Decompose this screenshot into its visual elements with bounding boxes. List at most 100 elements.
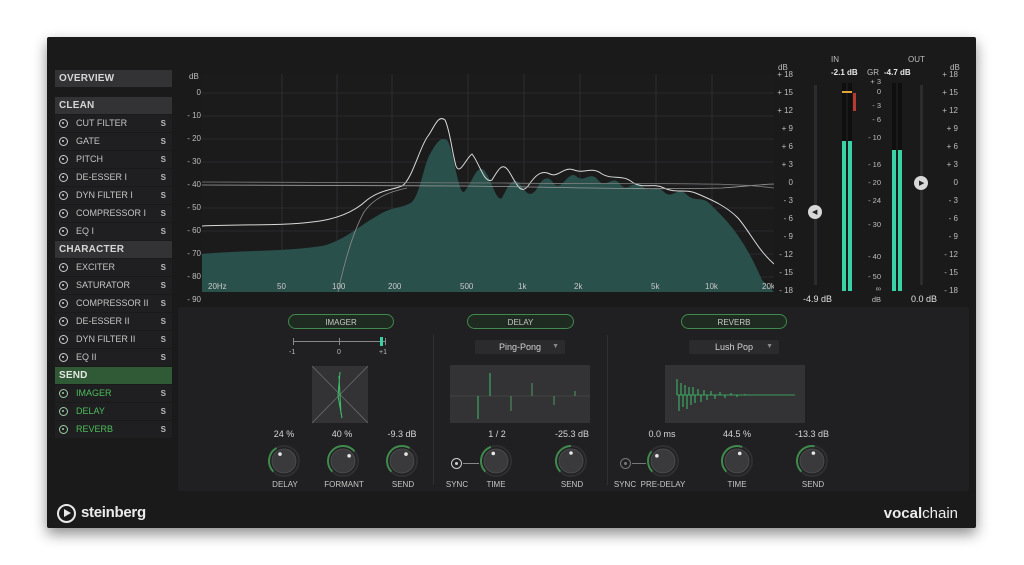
- input-gain-value[interactable]: -4.9 dB: [803, 294, 832, 304]
- delay-title-button[interactable]: DELAY: [467, 314, 574, 329]
- imager-delay-knob[interactable]: [267, 444, 301, 478]
- left-scale-label: - 10: [187, 111, 201, 120]
- power-icon[interactable]: [59, 299, 68, 308]
- input-fader-track[interactable]: [814, 85, 817, 285]
- section-character-label: CHARACTER: [59, 244, 125, 255]
- sidebar-item-compressor-ii[interactable]: COMPRESSOR II S: [55, 295, 172, 312]
- power-icon[interactable]: [59, 227, 68, 236]
- input-fader-handle[interactable]: ◀: [808, 205, 822, 219]
- section-character[interactable]: CHARACTER: [55, 241, 172, 258]
- power-icon[interactable]: [59, 407, 68, 416]
- sidebar-item-de-esser-i[interactable]: DE-ESSER I S: [55, 169, 172, 186]
- reverb-predelay-label: PRE-DELAY: [640, 480, 686, 489]
- reverb-decay-display: [665, 365, 805, 423]
- imager-tick-center: 0: [337, 349, 341, 356]
- power-icon[interactable]: [59, 317, 68, 326]
- power-icon[interactable]: [59, 137, 68, 146]
- reverb-send-knob[interactable]: [795, 444, 829, 478]
- sidebar-item-reverb[interactable]: REVERB S: [55, 421, 172, 438]
- power-icon[interactable]: [59, 425, 68, 434]
- solo-button[interactable]: S: [161, 349, 166, 366]
- solo-button[interactable]: S: [161, 151, 166, 168]
- sidebar-item-saturator[interactable]: SATURATOR S: [55, 277, 172, 294]
- out-scale-label: 0: [953, 178, 958, 187]
- delay-time-knob[interactable]: [479, 444, 513, 478]
- reverb-time-knob[interactable]: [720, 444, 754, 478]
- solo-button[interactable]: S: [161, 223, 166, 240]
- reverb-preset-dropdown[interactable]: Lush Pop ▼: [689, 340, 779, 354]
- solo-button[interactable]: S: [161, 385, 166, 402]
- power-icon[interactable]: [59, 263, 68, 272]
- gr-scale-label: - 6: [872, 115, 881, 124]
- brand-name: steinberg: [81, 504, 146, 521]
- delay-title: DELAY: [507, 318, 534, 327]
- product-name-a: vocal: [883, 505, 923, 522]
- gr-scale-label: ∞: [875, 284, 881, 293]
- sidebar-item-label: DYN FILTER II: [76, 334, 136, 344]
- solo-button[interactable]: S: [161, 331, 166, 348]
- power-icon[interactable]: [59, 209, 68, 218]
- in-meter-right: [848, 83, 852, 291]
- sidebar-item-de-esser-ii[interactable]: DE-ESSER II S: [55, 313, 172, 330]
- delay-sync-toggle[interactable]: [451, 458, 462, 469]
- section-clean[interactable]: CLEAN: [55, 97, 172, 114]
- power-icon[interactable]: [59, 353, 68, 362]
- out-scale-label: - 15: [944, 268, 958, 277]
- out-scale-label: - 18: [944, 286, 958, 295]
- spectrum-analyzer[interactable]: 20Hz 50 100 200 500 1k 2k 5k 10k 20k: [202, 74, 774, 292]
- section-clean-label: CLEAN: [59, 100, 95, 111]
- solo-button[interactable]: S: [161, 169, 166, 186]
- sidebar-item-compressor-i[interactable]: COMPRESSOR I S: [55, 205, 172, 222]
- sidebar-item-dyn-filter-ii[interactable]: DYN FILTER II S: [55, 331, 172, 348]
- sidebar-item-label: PITCH: [76, 154, 103, 164]
- sidebar-item-imager[interactable]: IMAGER S: [55, 385, 172, 402]
- left-scale-label: - 20: [187, 134, 201, 143]
- reverb-sync-toggle[interactable]: [620, 458, 631, 469]
- delay-mode-dropdown[interactable]: Ping-Pong ▼: [475, 340, 565, 354]
- sidebar-item-label: GATE: [76, 136, 100, 146]
- section-send[interactable]: SEND: [55, 367, 172, 384]
- solo-button[interactable]: S: [161, 205, 166, 222]
- sidebar-item-dyn-filter-i[interactable]: DYN FILTER I S: [55, 187, 172, 204]
- sidebar-item-eq-i[interactable]: EQ I S: [55, 223, 172, 240]
- reverb-predelay-knob[interactable]: [646, 444, 680, 478]
- power-icon[interactable]: [59, 173, 68, 182]
- power-icon[interactable]: [59, 191, 68, 200]
- solo-button[interactable]: S: [161, 187, 166, 204]
- solo-button[interactable]: S: [161, 403, 166, 420]
- solo-button[interactable]: S: [161, 295, 166, 312]
- sidebar-item-pitch[interactable]: PITCH S: [55, 151, 172, 168]
- delay-send-knob[interactable]: [554, 444, 588, 478]
- imager-title-button[interactable]: IMAGER: [288, 314, 394, 329]
- solo-button[interactable]: S: [161, 421, 166, 438]
- solo-button[interactable]: S: [161, 115, 166, 132]
- output-fader-handle[interactable]: ▶: [914, 176, 928, 190]
- power-icon[interactable]: [59, 119, 68, 128]
- power-icon[interactable]: [59, 155, 68, 164]
- imager-width-handle[interactable]: [380, 337, 383, 346]
- sidebar-item-exciter[interactable]: EXCITER S: [55, 259, 172, 276]
- right-scale-label: + 9: [781, 124, 793, 133]
- solo-button[interactable]: S: [161, 133, 166, 150]
- sidebar-item-gate[interactable]: GATE S: [55, 133, 172, 150]
- imager-formant-knob[interactable]: [326, 444, 360, 478]
- power-icon[interactable]: [59, 389, 68, 398]
- in-meter-left-fill: [842, 141, 846, 291]
- left-scale-label: - 60: [187, 226, 201, 235]
- power-icon[interactable]: [59, 281, 68, 290]
- solo-button[interactable]: S: [161, 277, 166, 294]
- sidebar-item-cut-filter[interactable]: CUT FILTER S: [55, 115, 172, 132]
- sidebar-item-delay[interactable]: DELAY S: [55, 403, 172, 420]
- output-gain-value[interactable]: 0.0 dB: [911, 294, 937, 304]
- right-scale-label: - 15: [779, 268, 793, 277]
- overview-button[interactable]: OVERVIEW: [55, 70, 172, 87]
- solo-button[interactable]: S: [161, 313, 166, 330]
- reverb-title-button[interactable]: REVERB: [681, 314, 787, 329]
- imager-title: IMAGER: [325, 318, 357, 327]
- section-send-label: SEND: [59, 370, 88, 381]
- imager-send-knob[interactable]: [385, 444, 419, 478]
- sidebar-item-eq-ii[interactable]: EQ II S: [55, 349, 172, 366]
- solo-button[interactable]: S: [161, 259, 166, 276]
- power-icon[interactable]: [59, 335, 68, 344]
- out-label: OUT: [908, 55, 925, 64]
